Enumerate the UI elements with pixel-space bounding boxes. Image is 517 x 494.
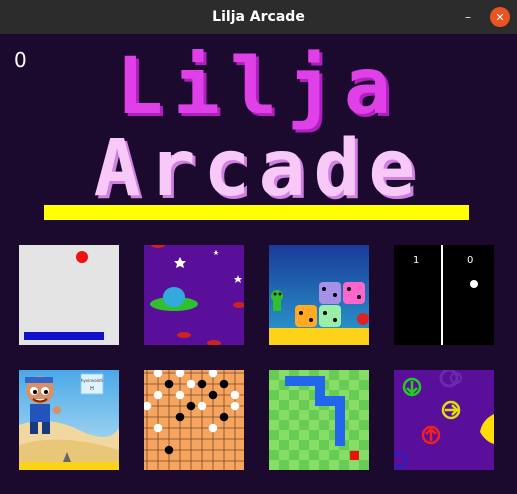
snake-segment bbox=[285, 376, 295, 386]
black-stone bbox=[219, 379, 229, 389]
pong-thumbnail: 1 0 bbox=[394, 245, 494, 345]
snake-segment bbox=[325, 396, 335, 406]
black-stone bbox=[186, 401, 196, 411]
black-stone bbox=[219, 412, 229, 422]
minimize-button[interactable]: – bbox=[458, 7, 478, 27]
white-stone bbox=[197, 401, 207, 411]
snake-segment bbox=[305, 376, 315, 386]
black-stone bbox=[175, 412, 185, 422]
close-button[interactable]: ✕ bbox=[490, 7, 510, 27]
snake-segment bbox=[295, 376, 305, 386]
title-bar: Lilja Arcade – ✕ bbox=[0, 0, 517, 34]
window-title: Lilja Arcade bbox=[212, 9, 305, 25]
snake-segment bbox=[335, 396, 345, 406]
ufo-space-thumbnail bbox=[144, 245, 244, 345]
svg-text:H: H bbox=[90, 386, 94, 392]
game-tile-space[interactable] bbox=[144, 245, 244, 345]
white-stone bbox=[153, 390, 163, 400]
white-stone bbox=[230, 390, 240, 400]
white-stone bbox=[230, 401, 240, 411]
logo-line-2: Arcade bbox=[93, 124, 424, 214]
snake-thumbnail bbox=[269, 370, 369, 470]
white-stone bbox=[175, 390, 185, 400]
snake-segment bbox=[335, 406, 345, 416]
game-tile-blocks[interactable] bbox=[269, 245, 369, 345]
snake-segment bbox=[335, 436, 345, 446]
pong-score-right: 0 bbox=[467, 255, 473, 266]
white-stone bbox=[153, 423, 163, 433]
game-tile-runner[interactable]: hyvinvointi H bbox=[19, 370, 119, 470]
breakout-thumbnail bbox=[19, 245, 119, 345]
desert-runner-thumbnail: hyvinvointi H bbox=[19, 370, 119, 470]
pong-score-left: 1 bbox=[413, 255, 419, 266]
black-stone bbox=[164, 445, 174, 455]
game-tile-go[interactable] bbox=[144, 370, 244, 470]
snake-segment bbox=[335, 416, 345, 426]
game-tile-breakout[interactable] bbox=[19, 245, 119, 345]
logo-underline-bar bbox=[44, 205, 469, 220]
game-tile-pong[interactable]: 1 0 bbox=[394, 245, 494, 345]
white-stone bbox=[208, 423, 218, 433]
snake-segment bbox=[335, 426, 345, 436]
arrows-thumbnail bbox=[394, 370, 494, 470]
black-stone bbox=[208, 390, 218, 400]
go-board-thumbnail bbox=[144, 370, 244, 470]
snake-segment bbox=[315, 386, 325, 396]
game-tile-arrows[interactable] bbox=[394, 370, 494, 470]
creature-blocks-thumbnail bbox=[269, 245, 369, 345]
white-stone bbox=[186, 379, 196, 389]
snake-segment bbox=[315, 396, 325, 406]
arcade-logo: Lilja Arcade bbox=[0, 34, 517, 208]
black-stone bbox=[164, 379, 174, 389]
runner-sign: hyvinvointi bbox=[81, 378, 103, 383]
snake-segment bbox=[315, 376, 325, 386]
game-tile-snake[interactable] bbox=[269, 370, 369, 470]
snake-food bbox=[350, 451, 359, 460]
logo-line-1: Lilja bbox=[116, 42, 401, 132]
black-stone bbox=[197, 379, 207, 389]
